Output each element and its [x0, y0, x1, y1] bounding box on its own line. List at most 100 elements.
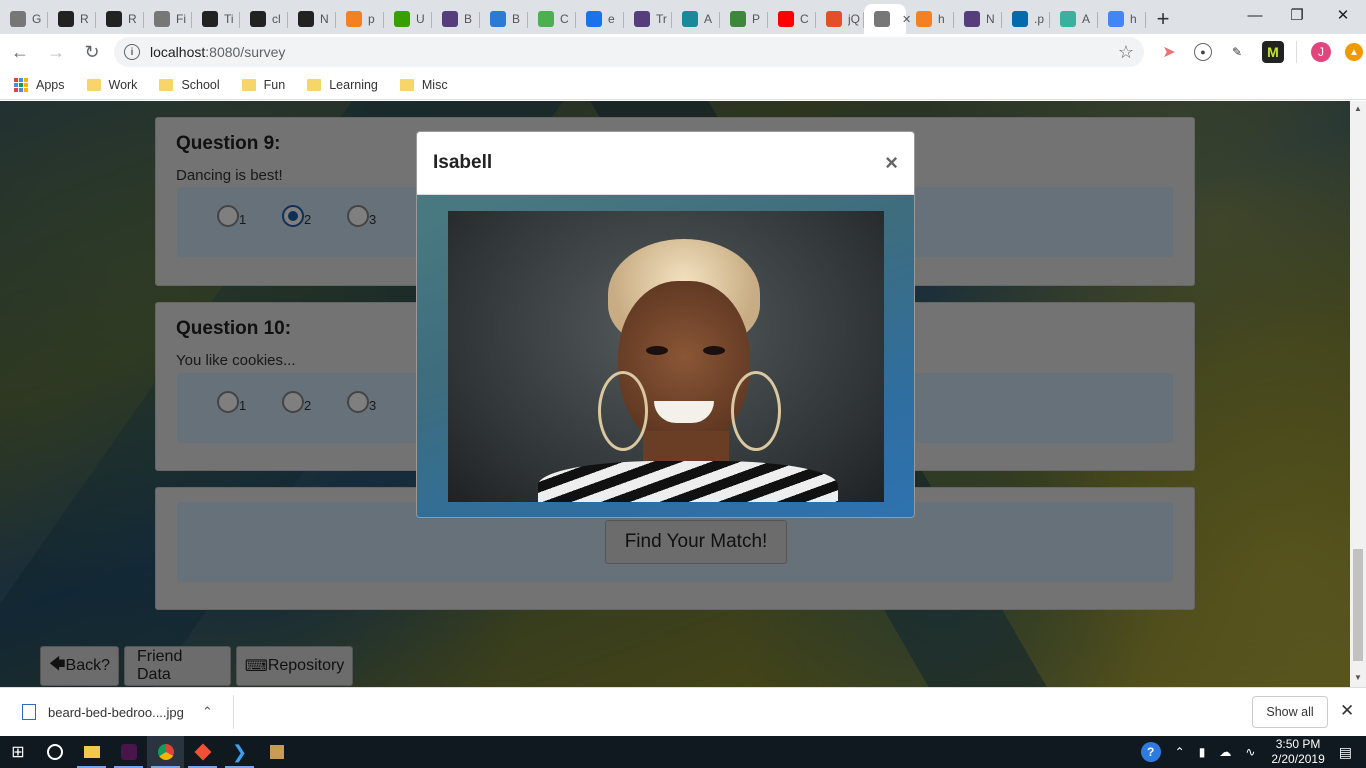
tab-title: h — [938, 12, 945, 26]
notifications-icon[interactable]: ▤ — [1339, 744, 1352, 761]
info-icon[interactable]: i — [124, 44, 140, 60]
new-tab-button[interactable]: + — [1146, 4, 1180, 34]
bookmark-apps[interactable]: Apps — [14, 77, 65, 92]
image-file-icon — [22, 704, 36, 720]
tab-title: Ti — [224, 12, 234, 26]
profile-initial: J — [1318, 45, 1324, 59]
bookmark-label: Fun — [263, 77, 286, 92]
youtube-icon — [778, 11, 794, 27]
tab-title: C — [560, 12, 569, 26]
browser-tab[interactable]: C — [768, 4, 816, 34]
html5-icon — [826, 11, 842, 27]
bookmark-folder-fun[interactable]: Fun — [241, 77, 286, 92]
modal-close-icon[interactable]: × — [885, 150, 898, 176]
wifi-icon[interactable]: ∿ — [1245, 745, 1255, 759]
browser-tab[interactable]: A — [1050, 4, 1098, 34]
extension-eyedropper-icon[interactable]: ✎ — [1226, 41, 1248, 63]
browser-tab[interactable]: jQ — [816, 4, 864, 34]
close-window-button[interactable]: ✕ — [1320, 0, 1366, 30]
scroll-down-icon[interactable]: ▼ — [1354, 673, 1362, 682]
browser-tab[interactable]: h — [1098, 4, 1146, 34]
bookmark-label: Work — [108, 77, 138, 92]
browser-tab[interactable]: Fi — [144, 4, 192, 34]
bookmark-folder-learning[interactable]: Learning — [307, 78, 378, 92]
bookmark-folder-work[interactable]: Work — [86, 77, 138, 92]
extension-cookie-icon[interactable]: ● — [1194, 43, 1212, 61]
help-icon[interactable]: ? — [1140, 742, 1161, 762]
taskbar-clock[interactable]: 3:50 PM 2/20/2019 — [1271, 737, 1324, 767]
tab-title: e — [608, 12, 615, 26]
folder-icon — [241, 78, 256, 91]
browser-tab[interactable]: C — [528, 4, 576, 34]
browser-tab[interactable]: ✕ — [864, 4, 911, 34]
file-explorer-icon[interactable] — [73, 736, 110, 768]
page-icon — [10, 11, 26, 27]
profile-avatar[interactable]: J — [1311, 42, 1331, 62]
tab-title: A — [1082, 12, 1091, 26]
cortana-icon[interactable] — [36, 736, 73, 768]
onedrive-icon[interactable]: ☁ — [1219, 745, 1231, 759]
minimize-button[interactable]: — — [1232, 0, 1278, 30]
browser-tab[interactable]: N — [954, 4, 1002, 34]
bootstrap-b-icon — [490, 11, 506, 27]
browser-tab[interactable]: h — [906, 4, 954, 34]
clock-date: 2/20/2019 — [1271, 752, 1325, 766]
modal-title: Isabell — [433, 152, 493, 173]
page-icon — [874, 11, 890, 27]
bookmark-folder-school[interactable]: School — [159, 78, 220, 92]
tab-title: R — [80, 12, 89, 26]
github-icon — [250, 11, 266, 27]
slack-icon[interactable] — [110, 736, 147, 768]
bookmark-label: Learning — [329, 77, 378, 92]
battery-icon[interactable]: ▮ — [1199, 745, 1206, 759]
github-icon — [106, 11, 122, 27]
folder-icon — [159, 78, 174, 91]
scrollbar-thumb[interactable] — [1353, 549, 1363, 661]
browser-tab[interactable]: R — [96, 4, 144, 34]
browser-tab[interactable]: B — [480, 4, 528, 34]
extension-arrow-icon[interactable]: ➤ — [1158, 41, 1180, 63]
update-icon[interactable]: ▲ — [1345, 43, 1363, 61]
browser-tab[interactable]: P — [720, 4, 768, 34]
browser-tab[interactable]: N — [288, 4, 336, 34]
browser-tab[interactable]: Ti — [192, 4, 240, 34]
browser-tab[interactable]: .p — [1002, 4, 1050, 34]
forward-arrow-icon[interactable]: → — [40, 36, 72, 68]
tab-title: N — [320, 12, 329, 26]
address-bar[interactable]: i localhost:8080/survey ☆ — [114, 37, 1144, 67]
show-all-button[interactable]: Show all — [1252, 696, 1328, 728]
tab-title: p — [368, 12, 375, 26]
windows-start-icon[interactable]: ⊞ — [0, 736, 36, 768]
browser-tab[interactable]: G — [0, 4, 48, 34]
git-icon[interactable] — [184, 736, 221, 768]
page-scrollbar[interactable]: ▲ ▼ — [1350, 101, 1366, 687]
download-bar-close-icon[interactable]: ✕ — [1340, 701, 1354, 721]
back-arrow-icon[interactable]: ← — [4, 36, 36, 68]
scroll-up-icon[interactable]: ▲ — [1354, 104, 1362, 113]
extension-m-icon[interactable]: M — [1262, 41, 1284, 63]
browser-tab[interactable]: B — [432, 4, 480, 34]
reload-icon[interactable]: ↻ — [76, 36, 108, 68]
restore-button[interactable]: ❐ — [1274, 0, 1320, 30]
url-text[interactable]: localhost:8080/survey — [150, 44, 285, 60]
browser-tab[interactable]: A — [672, 4, 720, 34]
browser-tab[interactable]: p — [336, 4, 384, 34]
node-icon — [730, 11, 746, 27]
browser-tab[interactable]: e — [576, 4, 624, 34]
browser-tab[interactable]: U — [384, 4, 432, 34]
package-icon[interactable] — [258, 736, 295, 768]
browser-tab[interactable]: cl — [240, 4, 288, 34]
browser-tab[interactable]: R — [48, 4, 96, 34]
chevron-up-icon[interactable]: ⌃ — [202, 704, 213, 720]
bookmark-star-icon[interactable]: ☆ — [1118, 42, 1134, 63]
browser-tab[interactable]: Tr — [624, 4, 672, 34]
vscode-icon[interactable]: ❯ — [221, 736, 258, 768]
bookmark-apps-label: Apps — [36, 77, 65, 92]
tab-title: jQ — [848, 12, 860, 26]
chrome-icon[interactable] — [147, 736, 184, 768]
url-host: localhost — [150, 44, 206, 60]
chevron-up-icon[interactable]: ⌃ — [1175, 745, 1185, 759]
tab-title: U — [416, 12, 425, 26]
bookmark-folder-misc[interactable]: Misc — [399, 78, 448, 92]
download-filename[interactable]: beard-bed-bedroo....jpg — [48, 705, 184, 720]
